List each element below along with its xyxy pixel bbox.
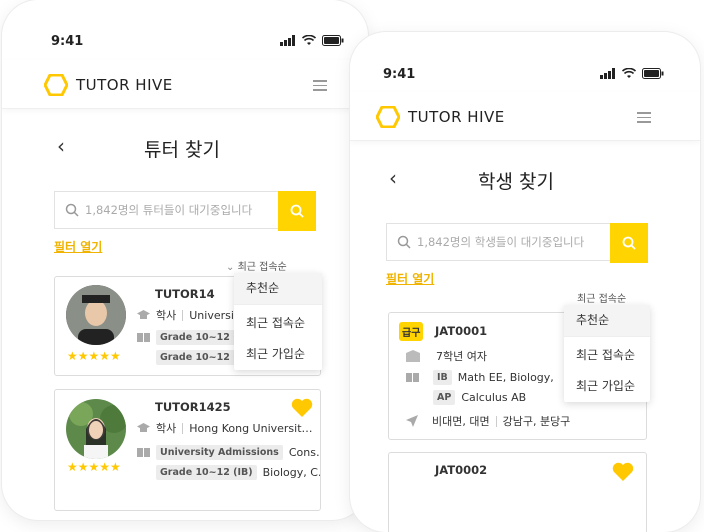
location-arrow-icon [406,415,418,427]
app-header: TUTOR HIVE [2,60,368,109]
tutor-card[interactable]: ★★★★★ TUTOR1425 학사 Hong Kong Universit… … [54,389,321,511]
sort-option-recent-login[interactable]: 최근 접속순 [234,308,322,339]
brand-logo[interactable]: TUTOR HIVE [44,74,173,96]
search-input[interactable]: 1,842명의 튜터들이 대기중입니다 [54,191,280,229]
school: Hong Kong Universit… [189,421,313,435]
student-id: JAT0002 [435,463,488,477]
student-grade: 7학년 여자 [436,350,487,363]
sort-selected: 최근 접속순 [237,262,287,273]
signal-icon [280,35,295,46]
hamburger-menu-icon[interactable] [637,109,651,126]
signal-icon [600,68,615,79]
sort-option-recent-signup[interactable]: 최근 가입순 [234,339,322,370]
hexagon-logo-icon [44,74,68,96]
heart-icon[interactable] [612,462,634,482]
grade-chip: Grade 10~12 (IB) [156,465,257,480]
curriculum-chip: IB [433,370,452,385]
search-button[interactable] [278,191,316,231]
brand-name: TUTOR HIVE [76,76,173,94]
chip-text: Biology, C… [262,466,320,479]
sort-option-recent-login[interactable]: 최근 접속순 [564,340,650,371]
star-icon: ★★★★★ [67,349,121,363]
sort-option-recommended[interactable]: 추천순 [234,273,322,304]
star-icon: ★★★★★ [67,460,121,474]
urgent-badge: 급구 [399,322,424,341]
sort-option-recent-signup[interactable]: 최근 가입순 [564,371,650,402]
brand-logo[interactable]: TUTOR HIVE [376,106,505,128]
curriculum-subjects: Calculus AB [461,391,527,404]
lesson-mode: 비대면, 대면 [432,415,490,428]
student-card[interactable]: JAT0002 [388,452,647,532]
heart-icon[interactable] [291,398,313,418]
chip-text: Cons… [288,446,320,459]
wifi-icon [302,35,316,45]
search-icon [397,235,411,249]
search-icon [65,203,79,217]
rating-stars: ★★★★★ [67,460,121,474]
search-icon [622,236,636,250]
avatar [66,399,126,459]
filter-open-link[interactable]: 필터 열기 [54,238,102,255]
phone-tutor-search: 9:41 TUTOR HIVE ‹ 튜터 찾기 1,842명의 튜터들이 대기중… [2,0,368,520]
region: 강남구, 분당구 [502,415,571,428]
filter-open-link[interactable]: 필터 열기 [386,270,434,287]
app-header: TUTOR HIVE [350,92,700,141]
tutor-name: TUTOR14 [155,287,215,301]
sort-dropdown: 추천순 최근 접속순 최근 가입순 [564,305,650,402]
back-chevron-icon[interactable]: ‹ [57,134,65,158]
hamburger-menu-icon[interactable] [313,77,327,94]
search-placeholder: 1,842명의 튜터들이 대기중입니다 [85,203,253,217]
brand-name: TUTOR HIVE [408,108,505,126]
hexagon-logo-icon [376,106,400,128]
student-id: JAT0001 [435,324,488,338]
page-title: 학생 찾기 [478,171,554,193]
subject-chip: University Admissions [156,445,283,460]
tutor-name: TUTOR1425 [155,400,231,414]
search-button[interactable] [610,223,648,263]
search-icon [290,204,304,218]
status-bar: 9:41 [2,34,368,54]
avatar [66,285,126,345]
degree: 학사 [156,422,177,435]
search-placeholder: 1,842명의 학생들이 대기중입니다 [417,235,585,249]
phone-student-search: 9:41 TUTOR HIVE ‹ 학생 찾기 1,842명의 학생들이 대기중… [350,32,700,532]
wifi-icon [622,68,636,78]
book-icon [137,333,150,342]
status-time: 9:41 [51,34,84,49]
battery-icon [642,68,664,79]
rating-stars: ★★★★★ [67,349,121,363]
sort-selected: 최근 접속순 [577,294,627,305]
battery-icon [322,35,344,46]
graduation-cap-icon [137,309,150,319]
status-time: 9:41 [383,67,416,82]
page-title: 튜터 찾기 [144,139,220,161]
book-icon [137,448,150,457]
curriculum-chip: AP [433,390,456,405]
status-bar: 9:41 [350,67,700,87]
chevron-down-icon: ⌄ [226,262,235,273]
search-input[interactable]: 1,842명의 학생들이 대기중입니다 [386,223,612,261]
sort-dropdown: 추천순 최근 접속순 최근 가입순 [234,273,322,370]
graduation-cap-icon [137,422,150,432]
back-chevron-icon[interactable]: ‹ [389,166,397,190]
curriculum-subjects: Math EE, Biology, [457,371,554,384]
book-icon [406,373,419,382]
sort-select[interactable]: ⌄ 최근 접속순 [226,258,287,273]
sort-option-recommended[interactable]: 추천순 [564,305,650,336]
school-icon [406,350,420,362]
degree: 학사 [156,309,177,322]
sort-select[interactable]: 최근 접속순 [577,290,626,305]
